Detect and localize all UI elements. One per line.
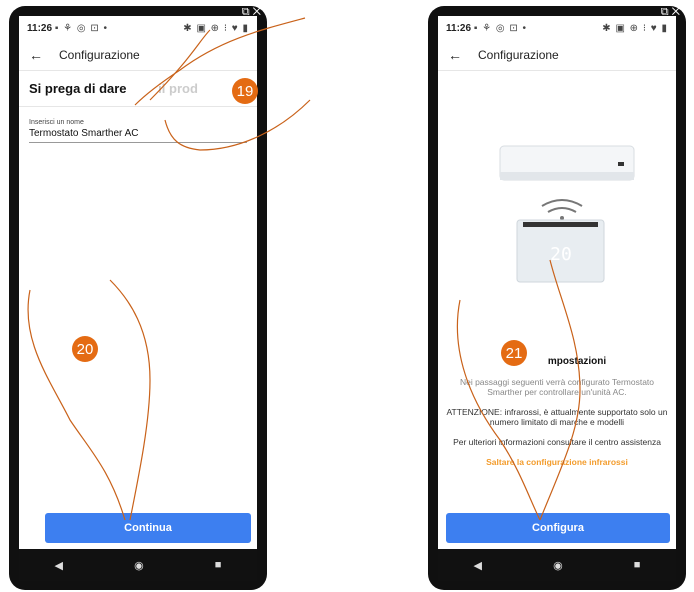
step-badge-20: 20 — [72, 336, 98, 362]
name-heading: Si prega di dare il prod — [19, 71, 257, 106]
android-nav-bar: ◀ ◉ ■ — [19, 549, 257, 581]
name-field-value[interactable]: Termostato Smarther AC — [29, 128, 247, 139]
status-time: 11:26 — [446, 22, 472, 34]
status-time: 11:26 — [27, 22, 53, 34]
app-bar: ← Configurazione — [19, 40, 257, 70]
nav-recent-icon[interactable]: ■ — [215, 559, 222, 571]
nav-back-icon[interactable]: ◀ — [474, 559, 482, 572]
status-bar: 11:26 ▪ ⚘ ◎ ⊡ • ✱ ▣ ⊕ ⁝ ♥ ▮ — [438, 16, 676, 40]
ac-thermostat-illustration: 20 — [499, 145, 635, 283]
skip-ir-link[interactable]: Saltare la configurazione infrarossi — [442, 457, 672, 467]
page-title: Configurazione — [478, 48, 559, 62]
screen-left: 11:26 ▪ ⚘ ◎ ⊡ • ✱ ▣ ⊕ ⁝ ♥ ▮ ← Configuraz… — [19, 16, 257, 581]
back-arrow-icon[interactable]: ← — [29, 47, 43, 63]
name-field-label: Inserisci un nome — [29, 119, 84, 126]
thermostat-display: 20 — [550, 244, 572, 265]
step-badge-21: 21 — [501, 340, 527, 366]
settings-para-2: ATTENZIONE: infrarossi, è attualmente su… — [446, 407, 668, 427]
continue-button[interactable]: Continua — [45, 513, 251, 543]
settings-info: mpostazioni Nei passaggi seguenti verrà … — [438, 356, 676, 477]
system-icons: ✱ ▣ ⊕ ⁝ ♥ ▮ — [602, 22, 668, 34]
system-icons: ✱ ▣ ⊕ ⁝ ♥ ▮ — [183, 22, 249, 34]
name-field[interactable]: Inserisci un nome Termostato Smarther AC — [29, 119, 247, 143]
divider — [19, 106, 257, 107]
phone-left: ⧉ ✕ 11:26 ▪ ⚘ ◎ ⊡ • ✱ ▣ ⊕ ⁝ ♥ ▮ ← Config… — [9, 6, 267, 590]
nav-home-icon[interactable]: ◉ — [553, 559, 563, 572]
configure-button[interactable]: Configura — [446, 513, 670, 543]
nav-recent-icon[interactable]: ■ — [634, 559, 641, 571]
page-title: Configurazione — [59, 48, 140, 62]
heading-part-a: Si prega di dare — [29, 81, 127, 96]
settings-para-1: Nei passaggi seguenti verrà configurato … — [459, 377, 655, 397]
settings-para-3: Per ulteriori informazioni consultare il… — [453, 437, 661, 447]
screen-right: 11:26 ▪ ⚘ ◎ ⊡ • ✱ ▣ ⊕ ⁝ ♥ ▮ ← Configuraz… — [438, 16, 676, 581]
heading-part-b: il prod — [158, 81, 198, 96]
nav-back-icon[interactable]: ◀ — [55, 559, 63, 572]
settings-title: mpostazioni — [547, 356, 607, 367]
divider — [438, 70, 676, 71]
status-bar: 11:26 ▪ ⚘ ◎ ⊡ • ✱ ▣ ⊕ ⁝ ♥ ▮ — [19, 16, 257, 40]
status-icons: ▪ ⚘ ◎ ⊡ • — [473, 22, 528, 34]
nav-home-icon[interactable]: ◉ — [134, 559, 144, 572]
android-nav-bar: ◀ ◉ ■ — [438, 549, 676, 581]
status-icons: ▪ ⚘ ◎ ⊡ • — [54, 22, 109, 34]
phone-right: ⧉ ✕ 11:26 ▪ ⚘ ◎ ⊡ • ✱ ▣ ⊕ ⁝ ♥ ▮ ← Config… — [428, 6, 686, 590]
back-arrow-icon[interactable]: ← — [448, 47, 462, 63]
step-badge-19: 19 — [232, 78, 258, 104]
app-bar: ← Configurazione — [438, 40, 676, 70]
